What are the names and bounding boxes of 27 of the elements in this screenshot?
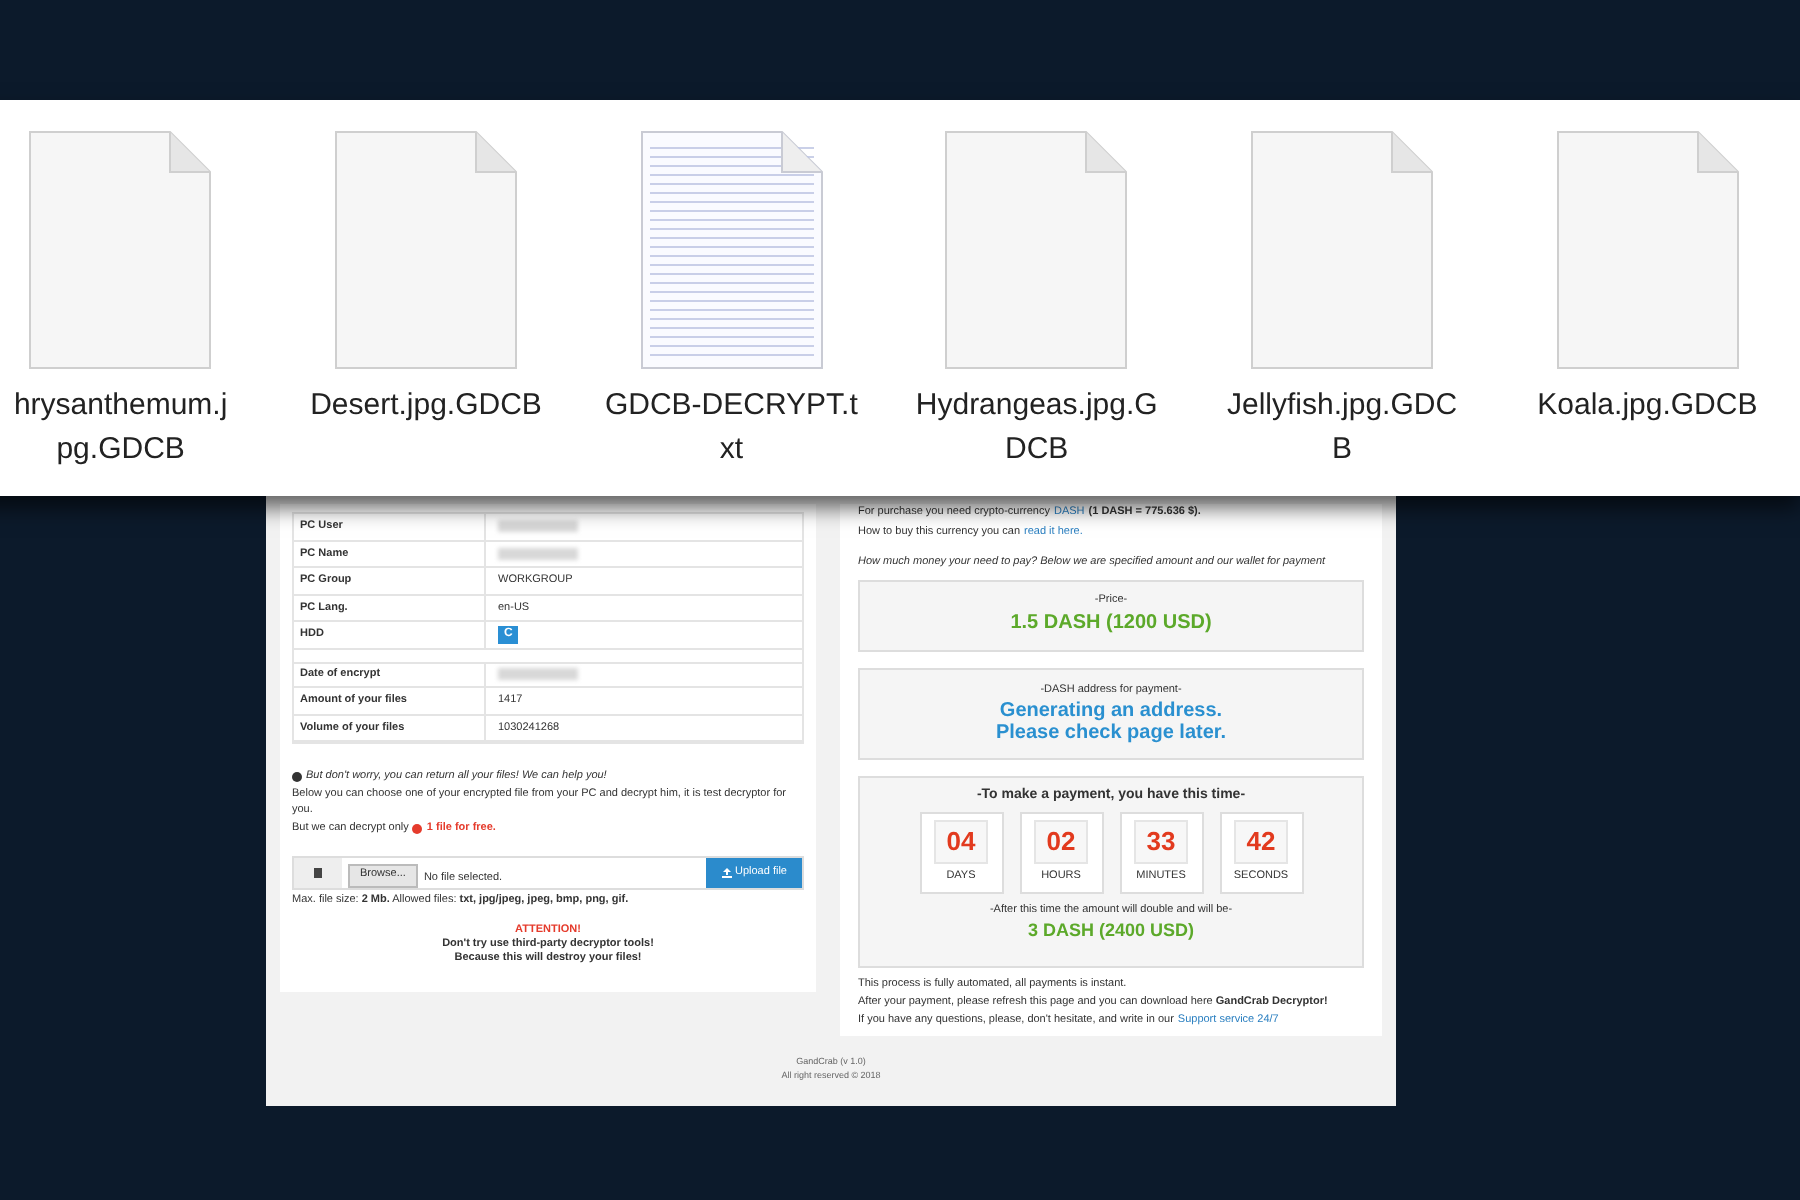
double-price: 3 DASH (2400 USD): [1027, 918, 1195, 945]
file-name[interactable]: Desert.jpg.GDCB: [310, 384, 542, 428]
info-icon: [292, 771, 302, 782]
countdown-value: 04: [934, 820, 988, 865]
blank-file-icon: [26, 128, 215, 372]
blank-file-icon: [1553, 128, 1742, 372]
blurred-value: [498, 547, 578, 560]
file-name[interactable]: Koala.jpg.GDCB: [1537, 384, 1758, 428]
blank-file-icon: [1248, 128, 1437, 372]
file-name[interactable]: hrysanthemum.j pg.GDCB: [13, 384, 228, 472]
blank-file-icon: [942, 128, 1131, 372]
countdown-value: 02: [1034, 820, 1088, 865]
file-name[interactable]: Jellyfish.jpg.GDC B: [1227, 384, 1458, 472]
blurred-value: [498, 668, 578, 681]
blank-file-icon: [332, 128, 520, 372]
blurred-value: [498, 520, 578, 533]
warning-icon: [412, 823, 423, 834]
upload-icon: [721, 867, 731, 877]
text-file-icon: [637, 128, 826, 372]
countdown-value: 42: [1234, 820, 1288, 865]
address-status: Please check page later.: [995, 721, 1227, 744]
countdown-value: 33: [1134, 820, 1188, 865]
file-icon-addon: [294, 857, 342, 887]
price-amount: 1.5 DASH (1200 USD): [1010, 610, 1212, 639]
file-name[interactable]: GDCB-DECRYPT.t xt: [604, 384, 858, 472]
file-name[interactable]: Hydrangeas.jpg.G DCB: [915, 384, 1158, 472]
address-status: Generating an address.: [999, 699, 1223, 722]
